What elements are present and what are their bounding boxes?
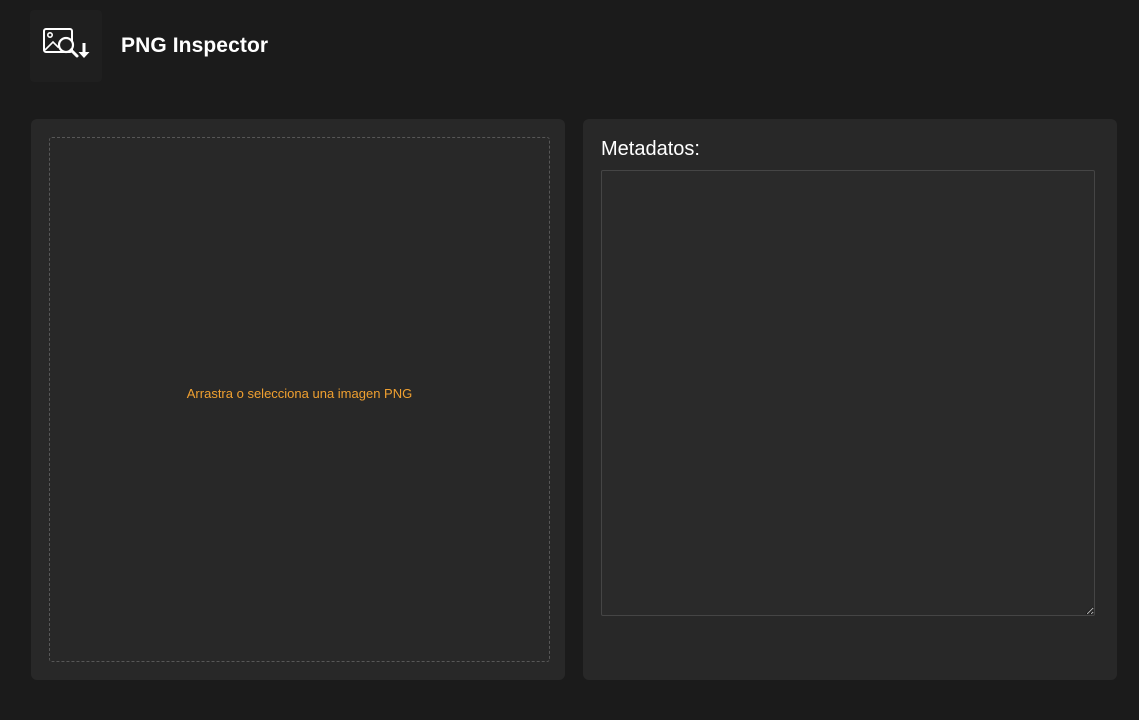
- upload-panel: Arrastra o selecciona una imagen PNG: [31, 119, 565, 680]
- image-search-download-icon: [43, 28, 90, 58]
- metadata-textarea[interactable]: [601, 170, 1095, 616]
- dropzone-prompt: Arrastra o selecciona una imagen PNG: [186, 386, 413, 401]
- app-header: PNG Inspector: [30, 10, 268, 82]
- metadata-label: Metadatos:: [601, 138, 700, 160]
- app-title: PNG Inspector: [121, 34, 269, 57]
- metadata-panel: Metadatos:: [583, 119, 1117, 680]
- image-dropzone[interactable]: Arrastra o selecciona una imagen PNG: [49, 137, 550, 662]
- app-logo: [30, 10, 102, 82]
- app-root: PNG Inspector Arrastra o selecciona una …: [0, 0, 1139, 720]
